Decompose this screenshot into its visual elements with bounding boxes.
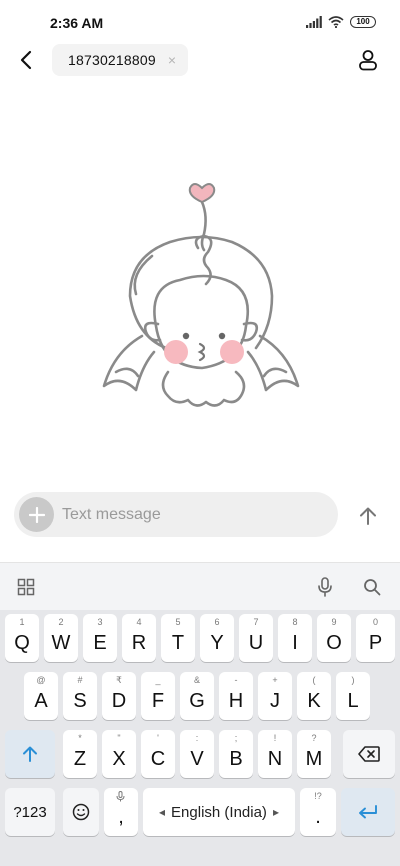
signal-icon xyxy=(306,16,322,28)
key-v[interactable]: :V xyxy=(180,730,214,778)
keyboard-row-3: * Z " X ' C :V ; B ! N ? M xyxy=(0,730,400,779)
key-k[interactable]: (K xyxy=(297,672,331,720)
keyboard-row-2: @ A # S ₹ D _ F & G -H + J (K ) L xyxy=(0,672,400,721)
keyboard-toolbar xyxy=(0,562,400,610)
microphone-hint-icon xyxy=(116,791,125,802)
period-key[interactable]: !?. xyxy=(300,788,336,836)
attach-button[interactable] xyxy=(19,497,54,532)
key-i[interactable]: 8I xyxy=(278,614,312,662)
compose-bar xyxy=(14,492,338,537)
empty-conversation-illustration xyxy=(102,183,300,407)
key-z[interactable]: * Z xyxy=(63,730,97,778)
backspace-icon xyxy=(358,746,380,762)
soft-keyboard: 1Q 2W 3E 4R 5T 6Y 7U 8I 9O 0P @ A # S ₹ D _… xyxy=(0,610,400,866)
space-key[interactable]: ◂ English (India) ▸ xyxy=(143,788,295,836)
key-p[interactable]: 0P xyxy=(356,614,395,662)
enter-icon xyxy=(359,805,377,819)
key-f[interactable]: _ F xyxy=(141,672,175,720)
key-d[interactable]: ₹ D xyxy=(102,672,136,720)
voice-input-button[interactable] xyxy=(313,575,337,599)
key-e[interactable]: 3E xyxy=(83,614,117,662)
key-s[interactable]: # S xyxy=(63,672,97,720)
message-input[interactable] xyxy=(62,492,322,537)
shift-arrow-icon xyxy=(23,746,37,762)
key-b[interactable]: ; B xyxy=(219,730,253,778)
backspace-key[interactable] xyxy=(343,730,395,778)
symbols-key[interactable]: ?123 xyxy=(5,788,55,836)
key-g[interactable]: & G xyxy=(180,672,214,720)
smiley-icon xyxy=(72,803,90,821)
microphone-icon xyxy=(318,577,332,597)
key-l[interactable]: ) L xyxy=(336,672,370,720)
key-u[interactable]: 7U xyxy=(239,614,273,662)
key-m[interactable]: ? M xyxy=(297,730,331,778)
key-a[interactable]: @ A xyxy=(24,672,58,720)
battery-icon: 100 xyxy=(350,16,376,28)
space-language-label: English (India) xyxy=(171,803,267,821)
key-y[interactable]: 6Y xyxy=(200,614,234,662)
key-o[interactable]: 9O xyxy=(317,614,351,662)
search-icon xyxy=(364,579,381,596)
status-icons: 100 xyxy=(306,15,376,29)
grid-icon xyxy=(17,578,35,596)
key-r[interactable]: 4R xyxy=(122,614,156,662)
key-x[interactable]: " X xyxy=(102,730,136,778)
person-icon xyxy=(359,50,377,71)
status-bar: 2:36 AM 100 xyxy=(0,0,400,44)
enter-key[interactable] xyxy=(341,788,395,836)
recipient-number: 18730218809 xyxy=(68,52,156,68)
language-prev-arrow: ◂ xyxy=(159,805,166,819)
keyboard-row-4: ?123 , ◂ English (India) ▸ !?. xyxy=(0,788,400,837)
keyboard-search-button[interactable] xyxy=(360,575,384,599)
shift-key[interactable] xyxy=(5,730,55,778)
chevron-left-icon xyxy=(20,50,32,70)
key-q[interactable]: 1Q xyxy=(5,614,39,662)
arrow-up-icon xyxy=(360,507,376,525)
contact-button[interactable] xyxy=(354,46,382,74)
emoji-key[interactable] xyxy=(63,788,99,836)
back-button[interactable] xyxy=(12,46,40,74)
plus-icon xyxy=(28,506,45,523)
key-t[interactable]: 5T xyxy=(161,614,195,662)
comma-key[interactable]: , xyxy=(104,788,138,836)
recipient-chip[interactable]: 18730218809 × xyxy=(52,44,188,76)
remove-recipient-icon[interactable]: × xyxy=(168,52,176,68)
key-h[interactable]: -H xyxy=(219,672,253,720)
key-j[interactable]: + J xyxy=(258,672,292,720)
send-button[interactable] xyxy=(352,500,384,532)
key-c[interactable]: ' C xyxy=(141,730,175,778)
language-next-arrow: ▸ xyxy=(272,805,279,819)
conversation-header: 18730218809 × xyxy=(0,40,400,80)
key-w[interactable]: 2W xyxy=(44,614,78,662)
keyboard-row-1: 1Q 2W 3E 4R 5T 6Y 7U 8I 9O 0P xyxy=(0,614,400,663)
apps-grid-button[interactable] xyxy=(14,575,38,599)
status-time: 2:36 AM xyxy=(50,15,104,31)
key-n[interactable]: ! N xyxy=(258,730,292,778)
wifi-icon xyxy=(328,16,344,28)
